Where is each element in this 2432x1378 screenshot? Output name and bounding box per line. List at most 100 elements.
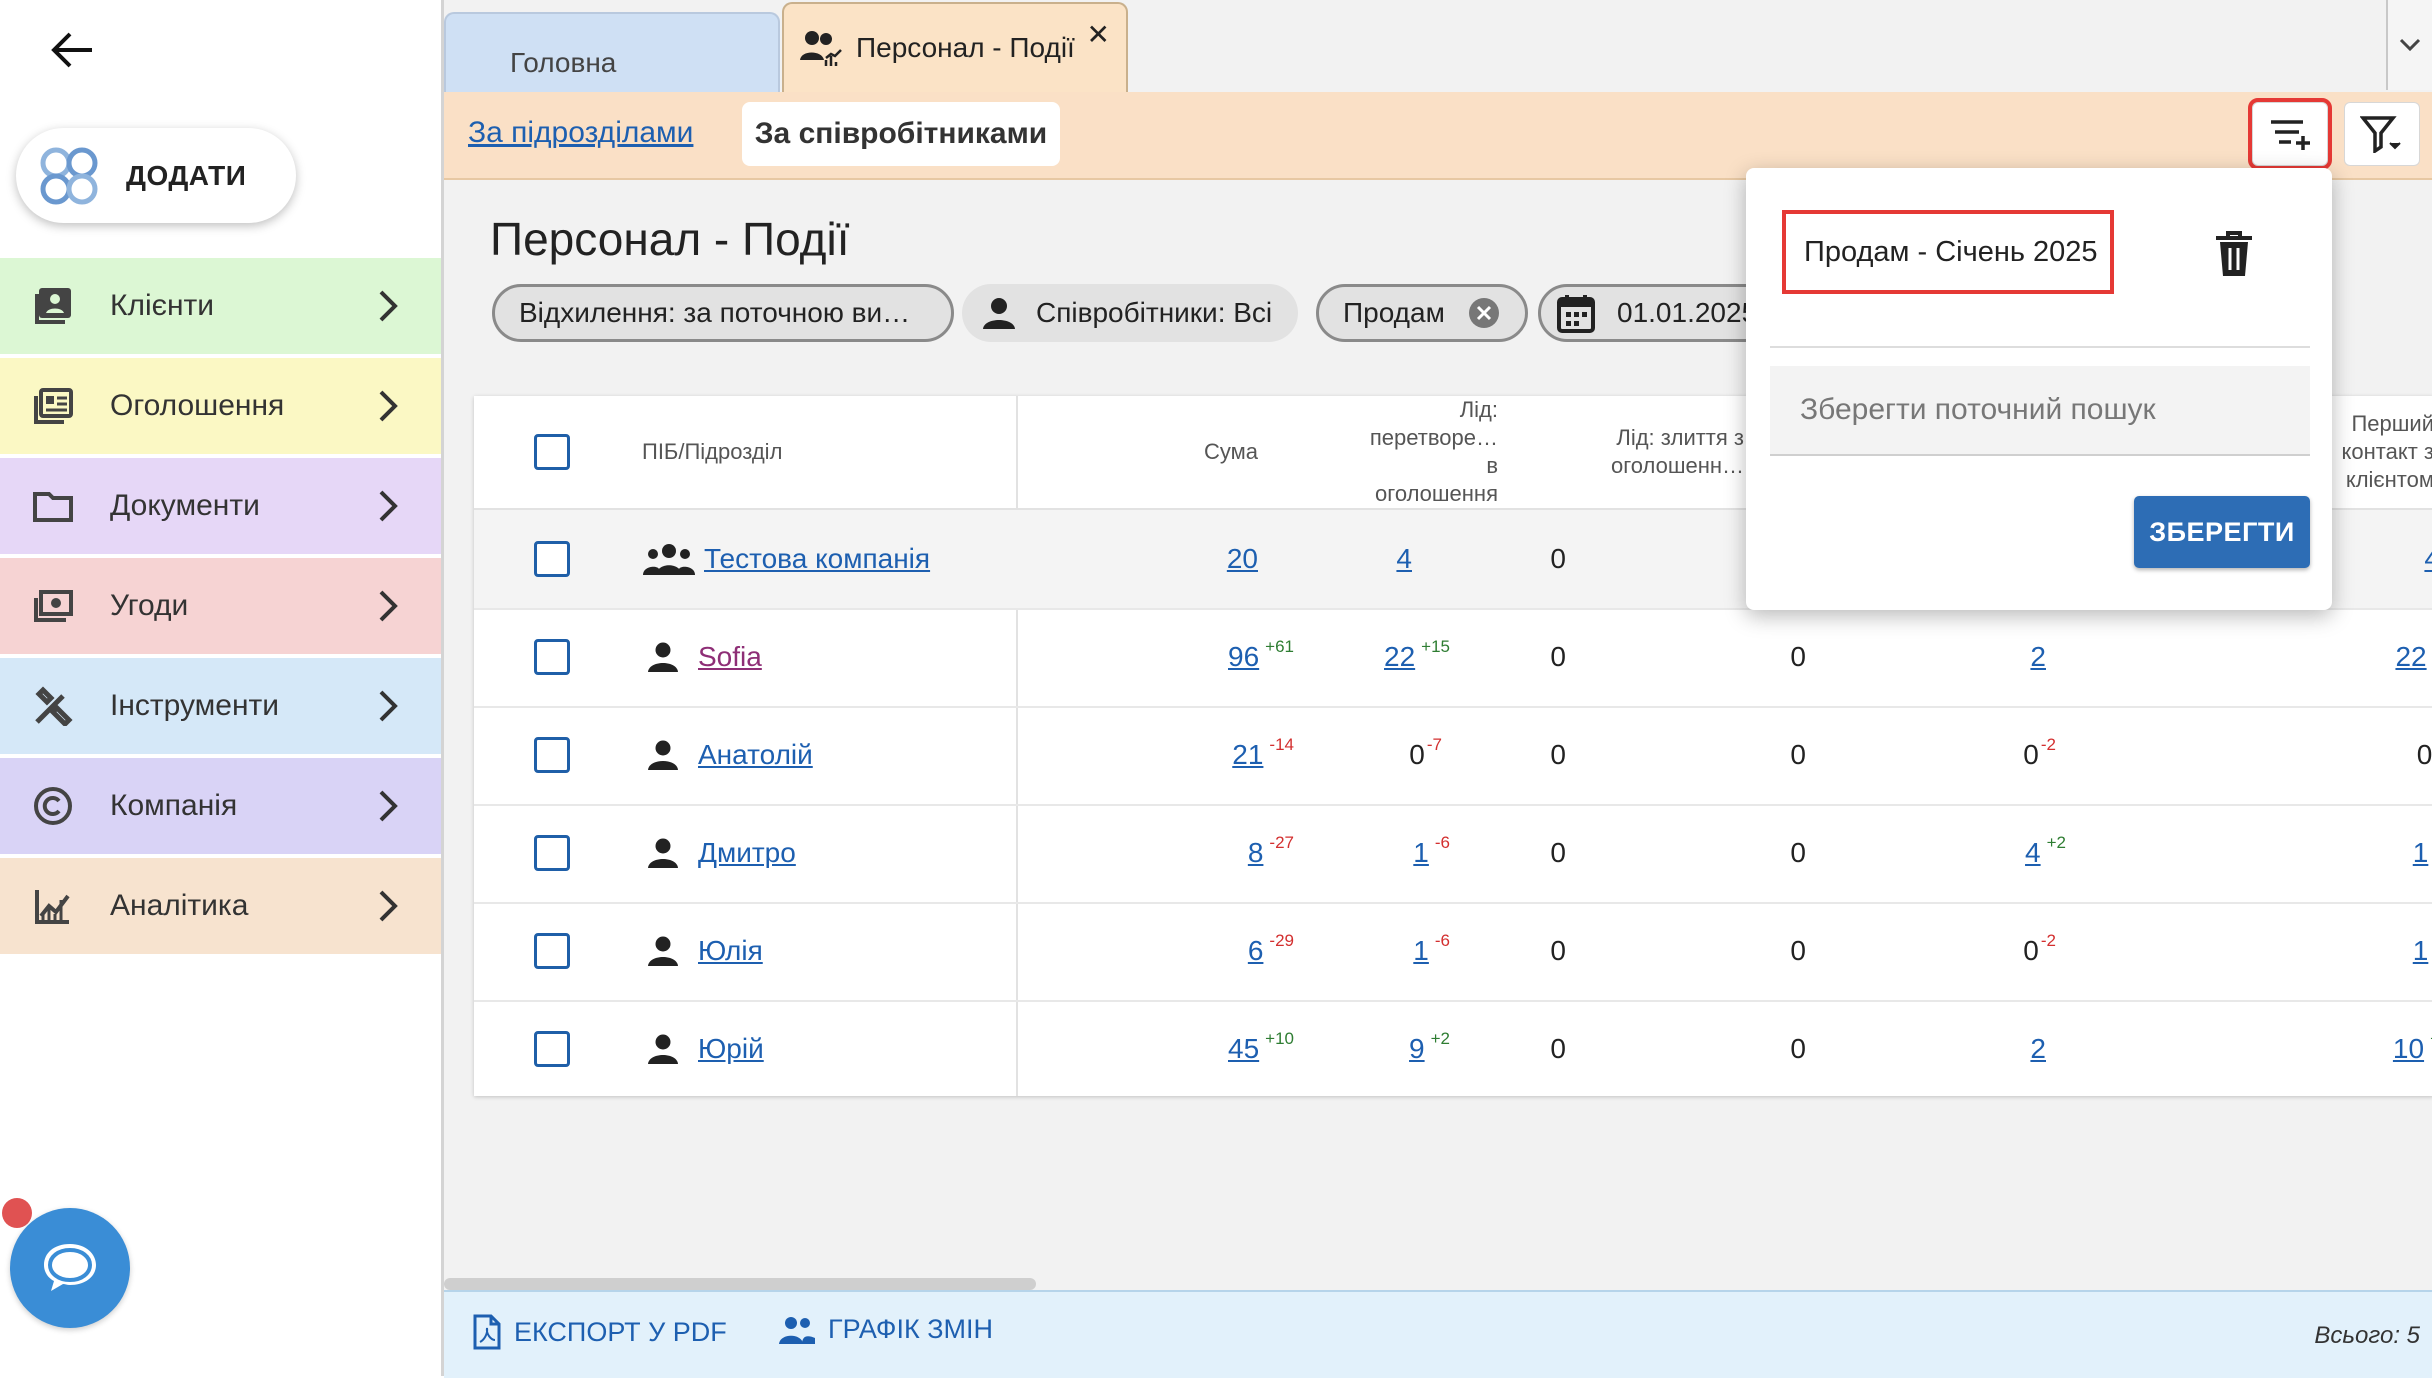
- delta-badge: -29: [1269, 931, 1294, 950]
- first-contact-link[interactable]: 4: [2424, 543, 2432, 575]
- cell-col4: 0: [1790, 935, 1806, 966]
- back-button[interactable]: [38, 20, 106, 80]
- save-search-input[interactable]: [1770, 366, 2310, 456]
- employee-link[interactable]: Юлія: [698, 935, 763, 967]
- shift-schedule-label: ГРАФІК ЗМІН: [828, 1314, 993, 1344]
- chevron-right-icon: [379, 390, 398, 422]
- person-icon: [648, 838, 678, 868]
- sidebar-item-label: Компанія: [110, 789, 238, 822]
- employee-link[interactable]: Юрій: [698, 1033, 764, 1065]
- chip-label: Відхилення: за поточною ви…: [519, 297, 911, 328]
- sum-link[interactable]: 96: [1228, 641, 1259, 673]
- filter-button[interactable]: [2344, 102, 2420, 166]
- chip-label: Співробітники: Всі: [1036, 297, 1273, 328]
- add-button[interactable]: ДОДАТИ: [16, 128, 296, 223]
- horizontal-scrollbar[interactable]: [444, 1278, 1036, 1290]
- close-icon[interactable]: ✕: [1087, 18, 1110, 51]
- cell-col5: 0 -2: [2023, 902, 2056, 1000]
- row-checkbox[interactable]: [534, 639, 570, 675]
- row-checkbox[interactable]: [534, 933, 570, 969]
- delta-badge: -27: [1269, 833, 1294, 852]
- cell-merge: 0: [1550, 1033, 1566, 1064]
- tabs-dropdown-button[interactable]: [2386, 0, 2432, 90]
- delete-icon[interactable]: [2212, 230, 2256, 278]
- first-contact-link[interactable]: 10: [2393, 1033, 2424, 1065]
- cell-first-contact: 1-: [2413, 902, 2432, 1000]
- chip-remove-icon[interactable]: [1467, 296, 1501, 330]
- save-button[interactable]: ЗБЕРЕГТИ: [2134, 496, 2310, 568]
- sum-link[interactable]: 8: [1248, 837, 1264, 869]
- conversion-link[interactable]: 1: [1413, 837, 1429, 869]
- sidebar-item-clients[interactable]: Клієнти: [0, 258, 441, 354]
- folder-icon: [30, 483, 76, 529]
- people-chart-icon: [800, 31, 842, 66]
- row-checkbox[interactable]: [534, 835, 570, 871]
- cell-col4: 0: [1790, 1033, 1806, 1064]
- view-switch-bar: За підрозділами За співробітниками: [444, 92, 2432, 180]
- conversion-link[interactable]: 1: [1413, 935, 1429, 967]
- select-all-checkbox[interactable]: [534, 434, 570, 470]
- by-units-link[interactable]: За підрозділами: [468, 116, 693, 150]
- cell-col4: 0: [1790, 739, 1806, 770]
- first-contact-link[interactable]: 1: [2413, 935, 2429, 967]
- cell-first-contact: 1-: [2413, 804, 2432, 902]
- sidebar-item-analytics[interactable]: Аналітика: [0, 858, 441, 954]
- conversion-link[interactable]: 22: [1384, 641, 1415, 673]
- tab-home[interactable]: Головна: [444, 12, 780, 92]
- listing-icon: [30, 383, 76, 429]
- first-contact-link[interactable]: 1: [2413, 837, 2429, 869]
- employee-link[interactable]: Sofia: [698, 641, 762, 673]
- chevron-down-icon: [2399, 38, 2421, 52]
- saved-search-item[interactable]: Продам - Січень 2025: [1782, 210, 2114, 294]
- col5-link[interactable]: 2: [2030, 1033, 2046, 1065]
- delta-badge: -2: [2040, 735, 2056, 754]
- sum-link[interactable]: 45: [1228, 1033, 1259, 1065]
- person-icon: [648, 740, 678, 770]
- conversion-link[interactable]: 9: [1409, 1033, 1425, 1065]
- export-pdf-button[interactable]: ЕКСПОРТ У PDF: [472, 1314, 727, 1350]
- col-header-text: Лід:: [1459, 397, 1498, 422]
- conversion-link[interactable]: 4: [1396, 543, 1412, 575]
- type-filter-chip[interactable]: Продам: [1316, 284, 1528, 342]
- sum-link[interactable]: 20: [1227, 543, 1258, 575]
- by-employees-tab[interactable]: За співробітниками: [742, 102, 1060, 166]
- employee-link[interactable]: Анатолій: [698, 739, 813, 771]
- col5-link[interactable]: 2: [2030, 641, 2046, 673]
- sidebar-item-deals[interactable]: Угоди: [0, 558, 441, 654]
- sidebar-item-company[interactable]: Компанія: [0, 758, 441, 854]
- sum-link[interactable]: 6: [1248, 935, 1264, 967]
- cell-col5: 0 -2: [2023, 706, 2056, 804]
- delta-badge: +15: [1421, 637, 1450, 656]
- row-checkbox[interactable]: [534, 737, 570, 773]
- tab-personnel-events[interactable]: Персонал - Події ✕: [782, 2, 1128, 92]
- chat-button[interactable]: [10, 1208, 130, 1328]
- sum-link[interactable]: 21: [1232, 739, 1263, 771]
- shift-schedule-button[interactable]: ГРАФІК ЗМІН: [778, 1314, 993, 1345]
- sidebar-item-tools[interactable]: Інструменти: [0, 658, 441, 754]
- deviation-filter-chip[interactable]: Відхилення: за поточною ви…: [492, 284, 954, 342]
- copyright-icon: [30, 783, 76, 829]
- cell-sum: 6 -29: [1248, 902, 1294, 1000]
- cell-col5: 4 +2: [2025, 804, 2066, 902]
- employee-link[interactable]: Дмитро: [698, 837, 796, 869]
- delta-badge: -2: [2040, 931, 2056, 950]
- sidebar-item-listings[interactable]: Оголошення: [0, 358, 441, 454]
- employees-filter-chip[interactable]: Співробітники: Всі: [962, 284, 1298, 342]
- tab-active-label: Персонал - Події: [856, 32, 1075, 63]
- delta-badge: +10: [1265, 1029, 1294, 1048]
- cell-merge: 0: [1550, 641, 1566, 672]
- sidebar-item-documents[interactable]: Документи: [0, 458, 441, 554]
- first-contact-link[interactable]: 22: [2395, 641, 2426, 673]
- cell-sum: 20: [1227, 510, 1258, 608]
- col5-link[interactable]: 4: [2025, 837, 2041, 869]
- save-filter-button[interactable]: [2248, 98, 2332, 170]
- col-header-text: оголошення: [1375, 481, 1498, 506]
- delta-badge: -6: [1434, 833, 1450, 852]
- cell-conversion: 22 +15: [1384, 608, 1450, 706]
- delta-badge: -7: [1426, 735, 1442, 754]
- name-cell: Юлія: [646, 902, 763, 1000]
- company-link[interactable]: Тестова компанія: [704, 543, 930, 575]
- row-checkbox[interactable]: [534, 1031, 570, 1067]
- cell-first-contact: 4: [2424, 510, 2432, 608]
- row-checkbox[interactable]: [534, 541, 570, 577]
